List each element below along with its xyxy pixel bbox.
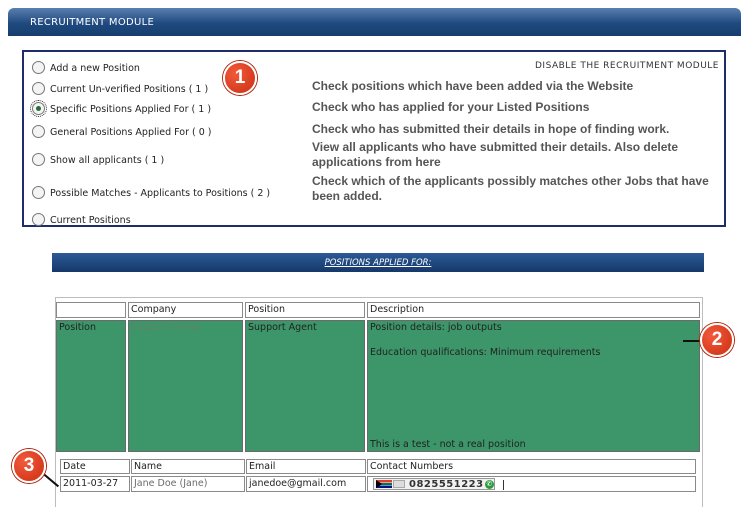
option-description: Check who has submitted their details in… [312, 122, 670, 136]
description-education: Education qualifications: Minimum requir… [370, 347, 601, 358]
phone-number[interactable]: 0825551223 [409, 479, 484, 490]
option-description: Check positions which have been added vi… [312, 79, 634, 93]
phone-type-icon [393, 480, 405, 488]
options-panel: DISABLE THE RECRUITMENT MODULE Add a new… [22, 50, 726, 227]
radio-icon[interactable] [30, 100, 47, 117]
section-header: POSITIONS APPLIED FOR: [52, 253, 704, 272]
description-note: This is a test - not a real position [370, 439, 526, 450]
annotation-marker-2: 2 [700, 323, 734, 357]
text-cursor [503, 480, 504, 490]
company-name: Support Group [131, 322, 201, 333]
call-icon[interactable]: ✆ [485, 480, 494, 489]
module-title: RECRUITMENT MODULE [30, 17, 155, 28]
flag-icon [376, 480, 392, 488]
option-label[interactable]: Show all applicants ( 1 ) [50, 155, 164, 166]
table-header-description: Description [367, 302, 700, 318]
description-details: Position details: job outputs [370, 322, 502, 333]
module-header: RECRUITMENT MODULE [8, 8, 741, 36]
applicant-header-email: Email [246, 459, 366, 474]
applicant-header-date: Date [60, 459, 130, 474]
position-name: Support Agent [245, 320, 365, 452]
disable-module-link[interactable]: DISABLE THE RECRUITMENT MODULE [535, 61, 719, 71]
radio-icon[interactable] [32, 82, 45, 95]
radio-icon[interactable] [32, 61, 45, 74]
radio-icon[interactable] [32, 153, 45, 166]
radio-icon[interactable] [32, 186, 45, 199]
section-title-link[interactable]: POSITIONS APPLIED FOR: [325, 258, 432, 268]
description-cell: Position details: job outputs Education … [367, 320, 700, 452]
table-header-cell [56, 302, 126, 318]
annotation-marker-3: 3 [12, 449, 46, 483]
option-label[interactable]: Current Positions [50, 215, 131, 226]
option-description: Check who has applied for your Listed Po… [312, 100, 590, 114]
applicant-header-name: Name [131, 459, 245, 474]
option-label[interactable]: Specific Positions Applied For ( 1 ) [50, 104, 211, 115]
table-header-position: Position [245, 302, 365, 318]
option-label[interactable]: Add a new Position [50, 63, 140, 74]
annotation-marker-1: 1 [223, 61, 257, 95]
applicant-header-contact: Contact Numbers [367, 459, 696, 474]
applicant-name-cell: Jane Doe (Jane) [131, 476, 245, 492]
applicant-date: 2011-03-27 [60, 476, 130, 492]
company-cell: Support Group [128, 320, 243, 452]
table-header-company: Company [128, 302, 243, 318]
radio-icon[interactable] [32, 213, 45, 226]
radio-icon[interactable] [32, 125, 45, 138]
option-label[interactable]: Possible Matches - Applicants to Positio… [50, 188, 270, 199]
option-description: Check which of the applicants possibly m… [312, 174, 709, 203]
option-label[interactable]: General Positions Applied For ( 0 ) [50, 127, 212, 138]
option-description: View all applicants who have submitted t… [312, 140, 679, 169]
position-row-label: Position [56, 320, 126, 452]
applicant-email[interactable]: janedoe@gmail.com [246, 476, 366, 492]
applicant-name[interactable]: Jane Doe (Jane) [134, 478, 207, 489]
option-label[interactable]: Current Un-verified Positions ( 1 ) [50, 84, 208, 95]
phone-widget[interactable]: 0825551223 ✆ [373, 478, 495, 490]
